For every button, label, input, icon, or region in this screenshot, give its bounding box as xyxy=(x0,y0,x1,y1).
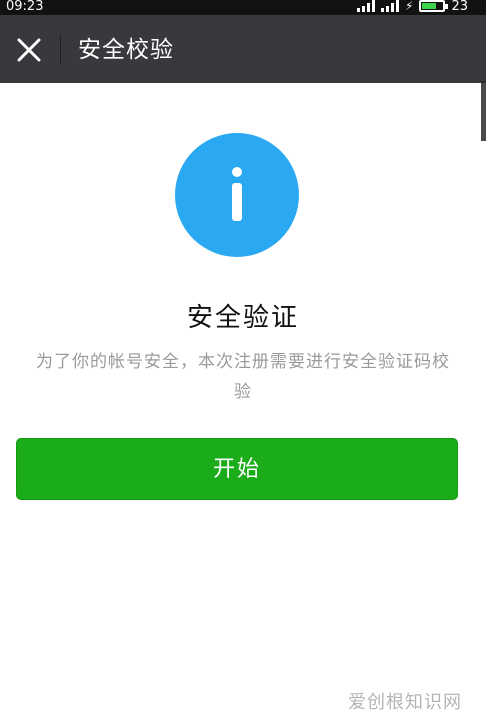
scrollbar[interactable] xyxy=(481,81,486,141)
security-verification-screen: 09:23 ⚡ 23 安全校验 安全验证 为了你的帐号安全，本次注册需要进行安全… xyxy=(0,0,486,720)
status-icons: ⚡ 23 xyxy=(357,0,468,13)
close-button[interactable] xyxy=(12,33,46,67)
status-time: 09:23 xyxy=(6,0,44,14)
battery-level: 23 xyxy=(451,0,468,14)
close-icon xyxy=(17,38,41,62)
title-bar: 安全校验 xyxy=(0,15,486,141)
title-divider xyxy=(60,35,61,65)
charging-icon: ⚡ xyxy=(405,0,414,13)
verification-description: 为了你的帐号安全，本次注册需要进行安全验证码校验 xyxy=(36,352,450,402)
verification-heading: 安全验证 xyxy=(186,303,299,333)
battery-fill xyxy=(422,3,436,9)
info-icon xyxy=(175,133,299,257)
info-icon-bar xyxy=(232,183,242,221)
page-title: 安全校验 xyxy=(78,37,174,63)
status-bar: 09:23 ⚡ 23 xyxy=(0,0,486,15)
start-button[interactable]: 开始 xyxy=(16,438,458,500)
info-icon-dot xyxy=(232,167,242,177)
signal-icon-2 xyxy=(381,0,400,12)
signal-icon xyxy=(357,0,376,12)
watermark: 爱创根知识网 xyxy=(348,692,462,713)
battery-icon xyxy=(419,0,449,12)
